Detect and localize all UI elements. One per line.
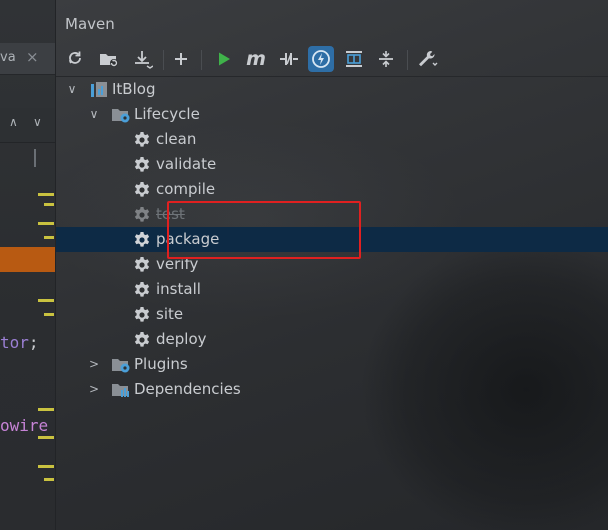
lifecycle-goal-validate[interactable]: validate: [56, 152, 608, 177]
gear-icon: [133, 306, 151, 324]
tree-node-dependencies[interactable]: > Dependencies: [56, 377, 608, 402]
lifecycle-goal-site[interactable]: site: [56, 302, 608, 327]
chevron-right-icon[interactable]: >: [87, 352, 101, 377]
editor-strip: va × ∧ ∨ tor; owire: [0, 0, 55, 530]
gutter-marker: [38, 465, 54, 468]
editor-nav: ∧ ∨: [0, 108, 55, 143]
plugins-folder-icon: [111, 356, 130, 374]
tree-node-label: test: [156, 205, 185, 223]
gutter-marker: [44, 236, 54, 239]
lifecycle-goal-test[interactable]: test: [56, 202, 608, 227]
gutter-marker: [38, 299, 54, 302]
gear-icon: [133, 331, 151, 349]
maven-tool-window: Maven m ∨ ItBlog ∨ Lifecycle clean valid…: [55, 0, 608, 530]
editor-tab[interactable]: va ×: [0, 43, 55, 75]
toggle-offline-icon[interactable]: [276, 46, 302, 72]
fold-marker: [34, 149, 36, 167]
execute-goal-icon[interactable]: m: [243, 46, 269, 72]
settings-wrench-icon[interactable]: [414, 46, 440, 72]
skip-tests-icon[interactable]: [308, 46, 334, 72]
tree-node-label: package: [156, 230, 220, 248]
lifecycle-goal-deploy[interactable]: deploy: [56, 327, 608, 352]
lifecycle-goal-install[interactable]: install: [56, 277, 608, 302]
gutter-marker: [38, 408, 54, 411]
lifecycle-goal-verify[interactable]: verify: [56, 252, 608, 277]
tree-node-label: Dependencies: [134, 380, 241, 398]
gear-icon: [133, 231, 151, 249]
reload-icon[interactable]: [62, 46, 88, 72]
chevron-down-icon[interactable]: ∨: [87, 102, 101, 127]
lifecycle-goal-clean[interactable]: clean: [56, 127, 608, 152]
tree-node-label: site: [156, 305, 184, 323]
close-icon[interactable]: ×: [26, 48, 39, 66]
tree-node-label: deploy: [156, 330, 207, 348]
tree-node-label: compile: [156, 180, 216, 198]
add-folder-icon[interactable]: [96, 46, 122, 72]
tree-node-label: Plugins: [134, 355, 188, 373]
collapse-all-icon[interactable]: [373, 46, 399, 72]
show-dependencies-icon[interactable]: [341, 46, 367, 72]
maven-toolbar: m: [56, 44, 608, 77]
chevron-right-icon[interactable]: >: [87, 377, 101, 402]
gear-icon: [133, 131, 151, 149]
tree-node-label: validate: [156, 155, 217, 173]
gear-icon: [133, 256, 151, 274]
editor-tab-label: va: [0, 50, 16, 65]
lifecycle-goal-package[interactable]: package: [56, 227, 608, 252]
gutter-marker: [44, 313, 54, 316]
tree-node-label: verify: [156, 255, 199, 273]
tree-node-plugins[interactable]: > Plugins: [56, 352, 608, 377]
gear-icon: [133, 156, 151, 174]
gear-icon: [133, 281, 151, 299]
gutter-marker: [38, 193, 54, 196]
gutter-marker: [44, 203, 54, 206]
chevron-down-icon[interactable]: ∨: [33, 115, 42, 129]
gear-icon: [133, 206, 151, 224]
tree-node-label: ItBlog: [112, 80, 156, 98]
current-line-highlight: [0, 247, 55, 272]
tree-node-label: Lifecycle: [134, 105, 200, 123]
download-icon[interactable]: [130, 46, 156, 72]
code-fragment: tor;: [0, 333, 39, 352]
tree-node-label: clean: [156, 130, 197, 148]
panel-title: Maven: [65, 15, 115, 33]
code-fragment: owire: [0, 416, 49, 435]
maven-project-icon: [90, 81, 108, 99]
chevron-down-icon[interactable]: ∨: [65, 77, 79, 102]
gutter-marker: [38, 436, 54, 439]
plus-icon[interactable]: [168, 46, 194, 72]
run-icon[interactable]: [211, 46, 237, 72]
gear-icon: [133, 181, 151, 199]
tree-node-project[interactable]: ∨ ItBlog: [56, 77, 608, 102]
code-text: ;: [28, 333, 39, 352]
gutter-marker: [38, 222, 54, 225]
chevron-up-icon[interactable]: ∧: [9, 115, 18, 129]
lifecycle-goal-compile[interactable]: compile: [56, 177, 608, 202]
tree-node-label: install: [156, 280, 201, 298]
lifecycle-folder-icon: [111, 106, 130, 124]
tree-node-lifecycle[interactable]: ∨ Lifecycle: [56, 102, 608, 127]
dependencies-folder-icon: [111, 381, 129, 399]
code-text: tor: [0, 333, 29, 352]
gutter-marker: [44, 478, 54, 481]
